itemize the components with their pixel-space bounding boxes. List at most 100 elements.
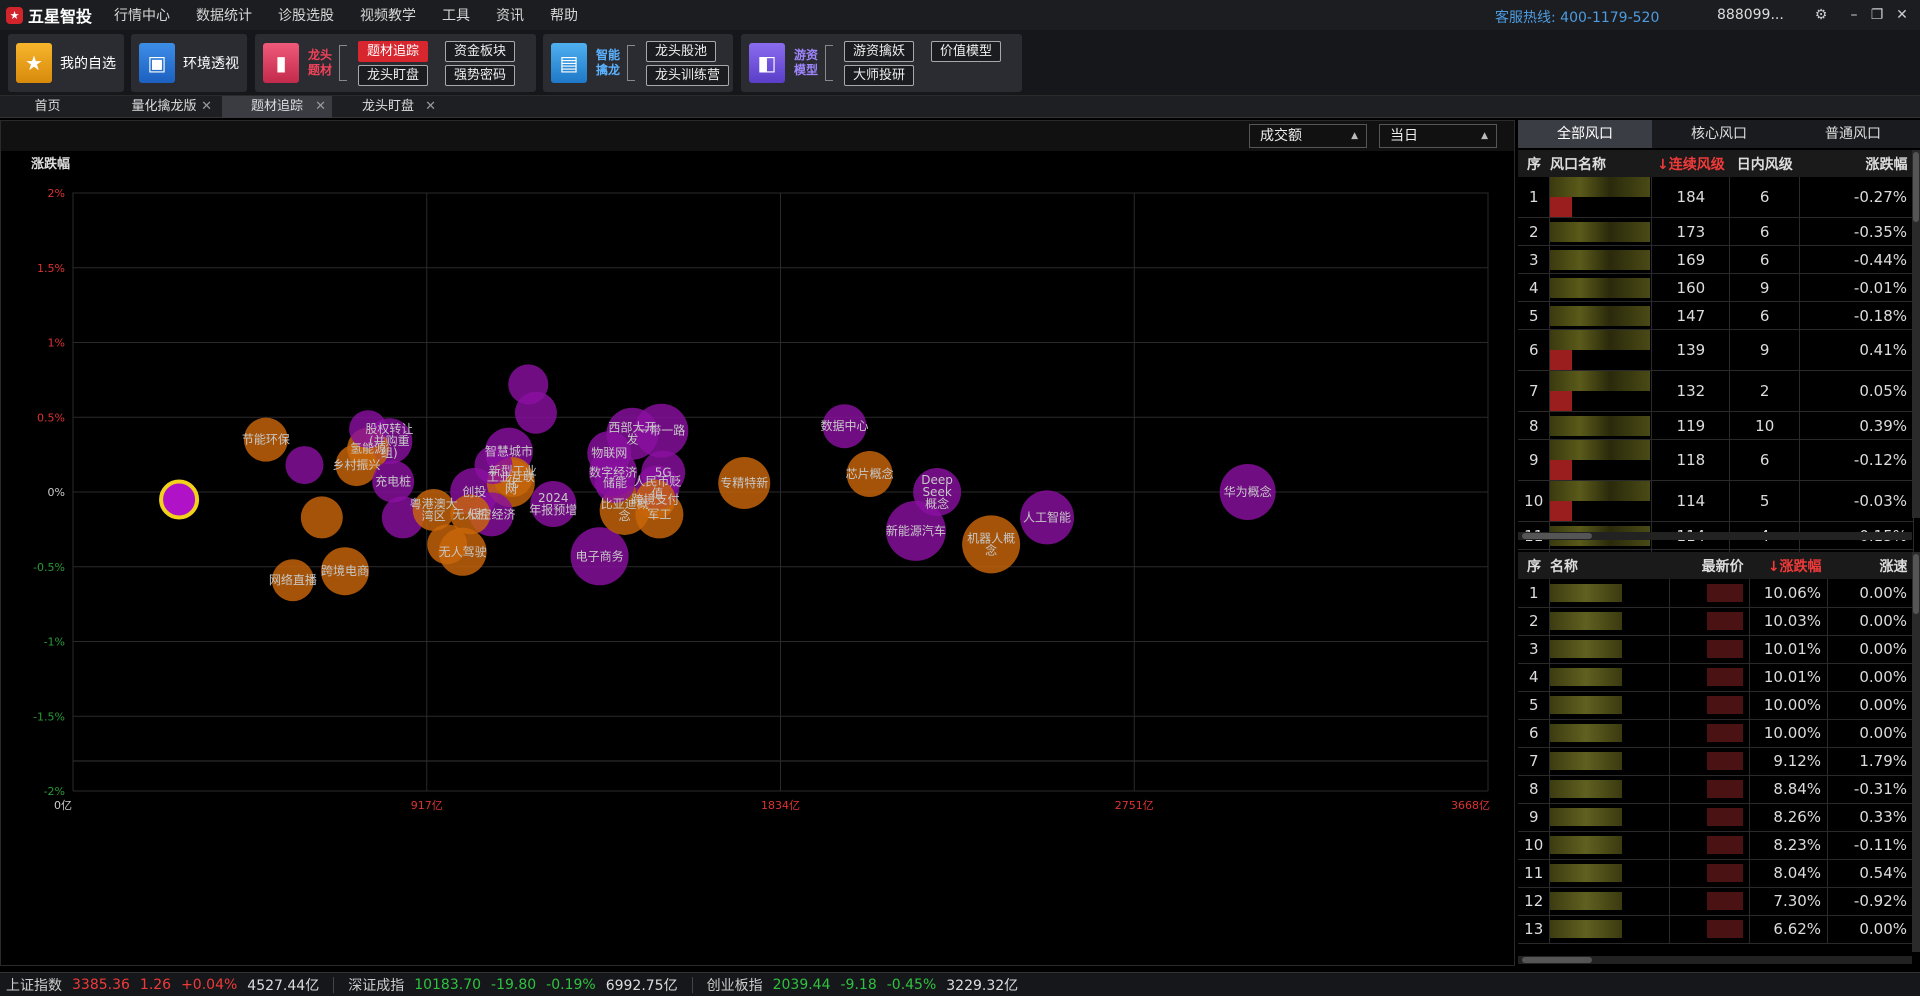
bubble-label: 跨境支付 [632, 491, 680, 506]
account-id[interactable]: 888099... [1717, 7, 1784, 23]
stock-row[interactable]: 11 8.04% 0.54% [1518, 859, 1914, 888]
tab-all-wind[interactable]: 全部风口 [1518, 120, 1652, 148]
minimize-icon[interactable]: – [1845, 6, 1863, 24]
menu-news[interactable]: 资讯 [496, 5, 524, 25]
wind-row[interactable]: 4 160 9 -0.01% [1518, 273, 1914, 302]
stock-row[interactable]: 12 7.30% -0.92% [1518, 887, 1914, 916]
bubble-label: 氢能源 [350, 441, 386, 456]
index-chinext[interactable]: 创业板指 2039.44 -9.18 -0.45% 3229.32亿 [707, 975, 1019, 995]
wind-row[interactable]: 9 118 6 -0.12% [1518, 439, 1914, 481]
last-price-redacted [1669, 691, 1751, 720]
row-index: 4 [1518, 663, 1551, 692]
speed: 0.00% [1827, 635, 1914, 664]
leader-pool-button[interactable]: 龙头股池 [646, 41, 717, 62]
close-window-icon[interactable]: ✕ [1893, 6, 1911, 24]
stock-row[interactable]: 5 10.00% 0.00% [1518, 691, 1914, 720]
bubble-label: 储能 [603, 475, 627, 490]
stock-row[interactable]: 3 10.01% 0.00% [1518, 635, 1914, 664]
wind-vscroll[interactable] [1912, 150, 1920, 518]
wind-row[interactable]: 2 173 6 -0.35% [1518, 217, 1914, 246]
stock-row[interactable]: 10 8.23% -0.11% [1518, 831, 1914, 860]
stock-row[interactable]: 6 10.00% 0.00% [1518, 719, 1914, 748]
continuous-level: 132 [1651, 370, 1731, 412]
bubble[interactable] [285, 446, 324, 485]
row-index: 3 [1518, 635, 1551, 664]
close-tab-icon[interactable]: ✕ [425, 96, 436, 118]
highlighted-bubble[interactable] [159, 479, 200, 520]
stock-row[interactable]: 4 10.01% 0.00% [1518, 663, 1914, 692]
leader-camp-button[interactable]: 龙头训练营 [646, 65, 730, 86]
col-stock-name[interactable]: 名称 [1549, 552, 1670, 579]
x-tick-label: 2751亿 [1115, 799, 1154, 812]
tab-quant[interactable]: 量化擒龙版 ✕ [110, 96, 218, 118]
speed: 0.00% [1827, 579, 1914, 608]
wind-hscroll[interactable] [1518, 532, 1912, 540]
master-research-button[interactable]: 大师投研 [844, 65, 915, 86]
stock-row[interactable]: 2 10.03% 0.00% [1518, 607, 1914, 636]
settings-gear-icon[interactable]: ⚙ [1812, 6, 1830, 24]
stock-row[interactable]: 7 9.12% 1.79% [1518, 747, 1914, 776]
row-index: 8 [1518, 411, 1551, 440]
stock-vscroll[interactable] [1912, 552, 1920, 952]
wind-row[interactable]: 8 119 10 0.39% [1518, 411, 1914, 440]
wind-row[interactable]: 5 147 6 -0.18% [1518, 301, 1914, 330]
menu-video-tutorials[interactable]: 视频教学 [360, 5, 416, 25]
maximize-icon[interactable]: ❐ [1868, 6, 1886, 24]
stock-row[interactable]: 13 6.62% 0.00% [1518, 915, 1914, 944]
group-bracket [825, 45, 833, 81]
wind-row[interactable]: 10 114 5 -0.03% [1518, 480, 1914, 522]
wind-row[interactable]: 1 184 6 -0.27% [1518, 177, 1914, 218]
theme-tracking-button[interactable]: 题材追踪 [358, 41, 429, 62]
col-intraday-level[interactable]: 日内风级 [1729, 150, 1800, 177]
menu-data-stats[interactable]: 数据统计 [196, 5, 252, 25]
close-tab-icon[interactable]: ✕ [201, 96, 212, 118]
wind-name-redacted [1549, 245, 1653, 274]
stock-hscroll[interactable] [1518, 956, 1912, 964]
metric-select[interactable]: 成交额 ▲ [1249, 124, 1367, 148]
col-speed[interactable]: 涨速 [1827, 552, 1914, 579]
col-index: 序 [1518, 150, 1550, 177]
bubble[interactable] [508, 364, 549, 405]
pct-change: 6.62% [1749, 915, 1829, 944]
tab-leader-watch[interactable]: 龙头盯盘 ✕ [334, 96, 442, 118]
wind-row[interactable]: 3 169 6 -0.44% [1518, 245, 1914, 274]
menu-stock-picker[interactable]: 诊股选股 [278, 5, 334, 25]
col-change[interactable]: 涨跌幅 [1799, 150, 1914, 177]
y-tick-label: 0.5% [37, 411, 65, 424]
wind-row[interactable]: 6 139 9 0.41% [1518, 329, 1914, 371]
tab-normal-wind[interactable]: 普通风口 [1786, 120, 1920, 148]
col-last-price[interactable]: 最新价 [1669, 552, 1750, 579]
tab-core-wind[interactable]: 核心风口 [1652, 120, 1786, 148]
col-pct-change[interactable]: ↓涨跌幅 [1749, 552, 1828, 579]
pct-change: 8.23% [1749, 831, 1829, 860]
close-tab-icon[interactable]: ✕ [315, 96, 326, 118]
tab-theme-tracking[interactable]: 题材追踪 ✕ [222, 96, 332, 118]
col-wind-name[interactable]: 风口名称 [1549, 150, 1652, 177]
menu-help[interactable]: 帮助 [550, 5, 578, 25]
dragon-theme-group: ▮ 龙头 题材 题材追踪 资金板块 龙头盯盘 强势密码 [255, 34, 536, 92]
menu-market-center[interactable]: 行情中心 [114, 5, 170, 25]
col-continuous-level[interactable]: ↓连续风级 [1651, 150, 1730, 177]
menu-tools[interactable]: 工具 [442, 5, 470, 25]
leader-watch-button[interactable]: 龙头盯盘 [358, 65, 429, 86]
stock-row[interactable]: 1 10.06% 0.00% [1518, 579, 1914, 608]
index-shenzhen[interactable]: 深证成指 10183.70 -19.80 -0.19% 6992.75亿 [348, 975, 677, 995]
row-index: 1 [1518, 579, 1551, 608]
fund-sector-button[interactable]: 资金板块 [445, 41, 516, 62]
wind-row[interactable]: 7 132 2 0.05% [1518, 370, 1914, 412]
stock-row[interactable]: 9 8.26% 0.33% [1518, 803, 1914, 832]
period-select[interactable]: 当日 ▲ [1379, 124, 1497, 148]
hotmoney-model-title: 游资 模型 [793, 48, 818, 77]
index-shanghai[interactable]: 上证指数 3385.36 1.26 +0.04% 4527.44亿 [6, 975, 319, 995]
stock-name-redacted [1549, 915, 1671, 944]
strength-code-button[interactable]: 强势密码 [445, 65, 516, 86]
hotmoney-monster-button[interactable]: 游资擒妖 [844, 41, 915, 62]
wind-change: 0.41% [1799, 329, 1914, 371]
tab-home[interactable]: 首页 [0, 96, 95, 118]
stock-row[interactable]: 8 8.84% -0.31% [1518, 775, 1914, 804]
value-model-button[interactable]: 价值模型 [931, 41, 1002, 62]
my-watchlist-button[interactable]: ★ 我的自选 [8, 34, 124, 92]
bubble[interactable] [300, 496, 343, 539]
continuous-level: 184 [1651, 177, 1731, 218]
environment-view-button[interactable]: ▣ 环境透视 [131, 34, 247, 92]
